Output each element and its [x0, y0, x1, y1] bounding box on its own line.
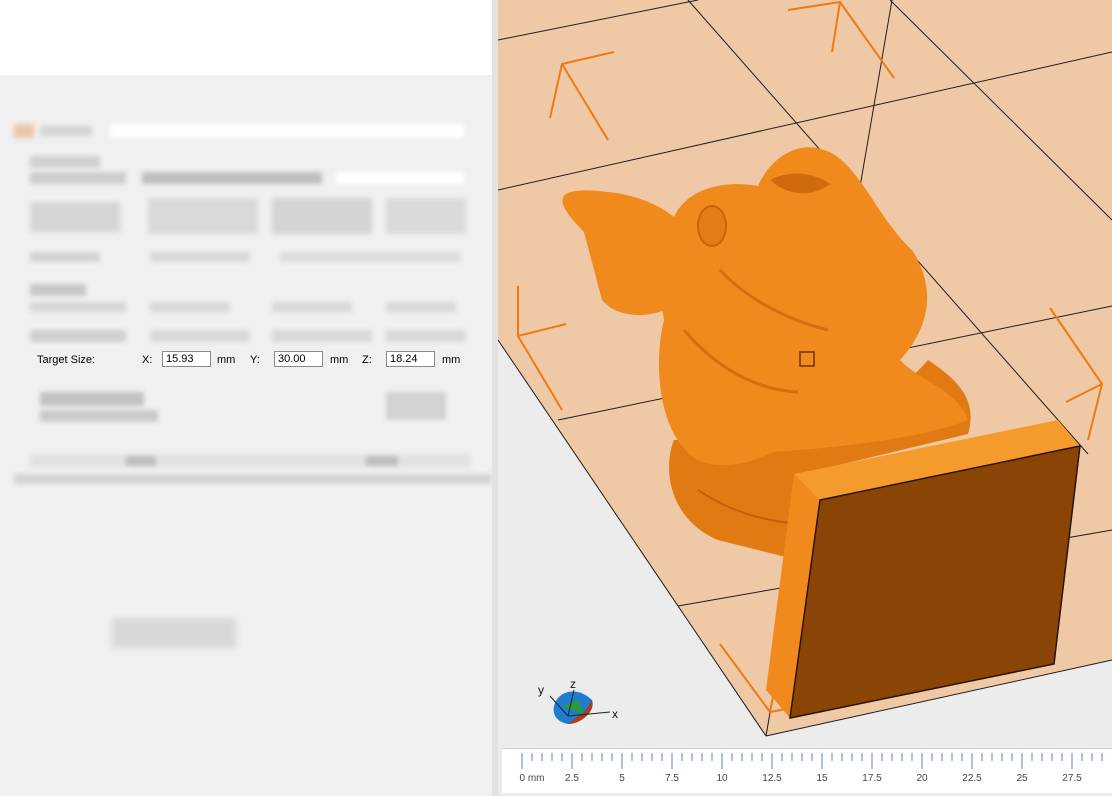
axis-gizmo: y z x [538, 677, 618, 724]
dog-eye [697, 205, 727, 247]
axis-z-label: z [570, 677, 576, 691]
target-size-label: Target Size: [37, 354, 96, 366]
ruler-label: 5 [619, 773, 625, 784]
ruler-label: 27.5 [1062, 773, 1082, 784]
target-size-x-input[interactable] [162, 351, 211, 367]
ruler-label: 0 mm [519, 773, 545, 784]
measurement-ruler: 0 mm 2.5 5 7.5 10 12.5 15 17.5 20 22.5 25 27.5 [502, 748, 1112, 793]
z-unit-label: mm [442, 354, 461, 366]
scene-svg[interactable]: y z x [498, 0, 1112, 796]
ruler-label: 12.5 [762, 773, 782, 784]
ruler-label: 10 [716, 773, 728, 784]
ruler-label: 25 [1016, 773, 1028, 784]
3d-viewport[interactable]: y z x [498, 0, 1112, 796]
x-label: X: [142, 354, 153, 366]
x-unit-label: mm [217, 354, 236, 366]
panel-header-area [0, 0, 494, 75]
y-unit-label: mm [330, 354, 349, 366]
target-size-row: Target Size: X: mm Y: mm Z: mm [24, 348, 490, 374]
target-size-y-input[interactable] [274, 351, 323, 367]
ruler-label: 7.5 [665, 773, 679, 784]
blurred-placeholder-text [112, 618, 236, 648]
selection-handle[interactable] [799, 351, 815, 367]
ruler-label: 2.5 [565, 773, 579, 784]
ruler-label: 17.5 [862, 773, 882, 784]
settings-panel: Target Size: X: mm Y: mm Z: mm [0, 0, 494, 796]
axis-x-label: x [612, 707, 618, 721]
z-label: Z: [362, 354, 372, 366]
y-label: Y: [250, 354, 260, 366]
blurred-settings-content [0, 80, 494, 500]
ruler-label: 20 [916, 773, 928, 784]
ruler-ticks [521, 753, 1103, 769]
ruler-label: 22.5 [962, 773, 982, 784]
target-size-z-input[interactable] [386, 351, 435, 367]
ruler-label: 15 [816, 773, 828, 784]
axis-y-label: y [538, 683, 544, 697]
